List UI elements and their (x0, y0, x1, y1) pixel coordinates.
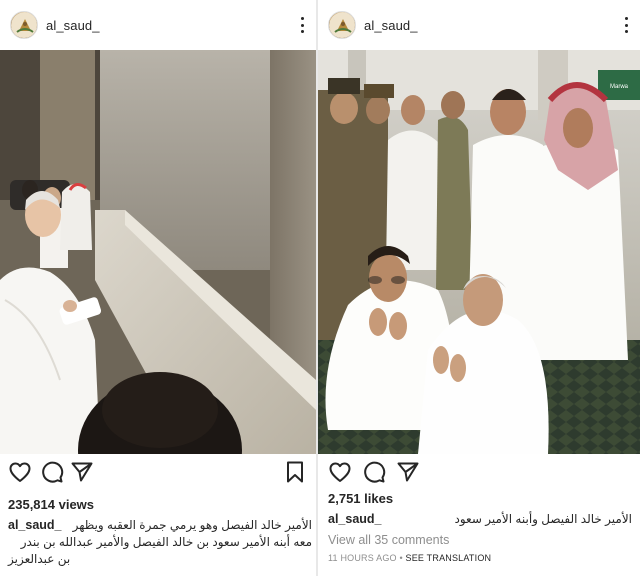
post-card-right: al_saud_ Marwa 2,751 likes al_saud_ الأم… (318, 0, 640, 576)
bookmark-icon[interactable] (283, 460, 307, 484)
share-icon[interactable] (70, 460, 94, 484)
post-meta: 11 HOURS AGO • SEE TRANSLATION (328, 550, 491, 567)
avatar[interactable] (328, 11, 356, 39)
see-translation-link[interactable]: SEE TRANSLATION (406, 553, 492, 563)
share-icon[interactable] (396, 460, 420, 484)
sign-text: Marwa (610, 84, 629, 90)
caption-username-link[interactable]: al_saud_ (328, 511, 382, 528)
avatar-emblem-icon (11, 12, 37, 38)
view-count[interactable]: 235,814 views (8, 497, 94, 512)
more-options-icon[interactable] (624, 17, 628, 33)
avatar[interactable] (10, 11, 38, 39)
post-caption: al_saud_ الأمير خالد الفيصل وأبنه الأمير… (328, 511, 632, 528)
post-header: al_saud_ (318, 0, 640, 50)
more-options-icon[interactable] (300, 17, 304, 33)
comment-icon[interactable] (40, 460, 64, 484)
username-link[interactable]: al_saud_ (364, 18, 418, 33)
caption-text: الأمير خالد الفيصل وأبنه الأمير سعود (454, 512, 632, 526)
post-photo[interactable]: Marwa (318, 50, 640, 454)
like-count[interactable]: 2,751 likes (328, 491, 393, 506)
caption-text: بن عبدالعزيز (8, 552, 71, 566)
caption-line-1: al_saud_ الأمير خالد الفيصل وأبنه الأمير… (328, 511, 632, 528)
caption-username-link[interactable]: al_saud_ (8, 517, 62, 534)
screenshot-composite: al_saud_ 235,814 views al_saud_ الأمير خ… (0, 0, 640, 576)
caption-text: معه أبنه الأمير سعود بن خالد الفيصل والأ… (20, 535, 312, 549)
post-video-frame (0, 50, 316, 454)
post-timestamp: 11 HOURS AGO (328, 553, 397, 563)
post-card-left: al_saud_ 235,814 views al_saud_ الأمير خ… (0, 0, 316, 576)
heart-icon[interactable] (328, 460, 352, 484)
comment-icon[interactable] (362, 460, 386, 484)
caption-text: الأمير خالد الفيصل وهو يرمي جمرة العقبه … (72, 518, 312, 532)
post-actions-bar (0, 460, 316, 488)
post-photo-image: Marwa (318, 50, 640, 454)
post-caption: al_saud_ الأمير خالد الفيصل وهو يرمي جمر… (8, 517, 312, 568)
caption-line-1: al_saud_ الأمير خالد الفيصل وهو يرمي جمر… (8, 517, 312, 534)
post-video[interactable] (0, 50, 316, 454)
view-all-comments-link[interactable]: View all 35 comments (328, 532, 449, 549)
heart-icon[interactable] (8, 460, 32, 484)
post-actions-bar (318, 460, 640, 488)
meta-separator: • (399, 553, 403, 563)
username-link[interactable]: al_saud_ (46, 18, 100, 33)
post-header: al_saud_ (0, 0, 316, 50)
avatar-emblem-icon (329, 12, 355, 38)
